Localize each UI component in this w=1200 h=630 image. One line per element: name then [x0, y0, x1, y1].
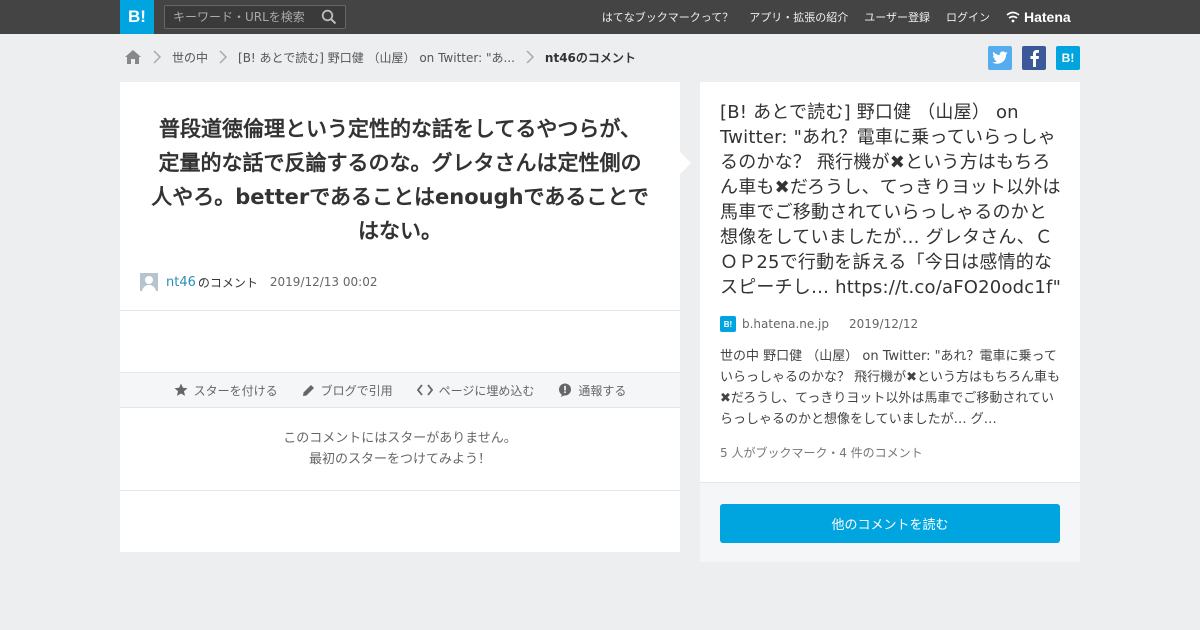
user-suffix: のコメント	[197, 275, 258, 290]
pencil-icon	[302, 384, 314, 396]
star-icon	[174, 383, 188, 396]
add-star-label: スターを付ける	[193, 383, 278, 398]
comment-text: 普段道徳倫理という定性的な話をしてるやつらが、定量的な話で反論するのな。グレタさ…	[151, 117, 649, 243]
entry-date: 2019/12/12	[849, 317, 919, 331]
search-input[interactable]	[165, 6, 315, 28]
hatena-brand-link[interactable]: Hatena	[1006, 0, 1071, 34]
report-button[interactable]: 通報する	[558, 382, 626, 399]
share-twitter-button[interactable]	[988, 46, 1012, 70]
report-label: 通報する	[578, 383, 627, 398]
share-hatena-bookmark-button[interactable]: B!	[1056, 46, 1080, 70]
comment-actions-bar: スターを付ける ブログで引用 ページに埋め込む 通報する	[120, 372, 680, 408]
entry-summary: 世の中 野口健 （山屋） on Twitter: "あれ？電車に乗っていらっしゃ…	[720, 349, 1061, 427]
blog-quote-button[interactable]: ブログで引用	[302, 382, 393, 399]
user-link[interactable]: nt46	[166, 275, 196, 290]
entry-card-footer: 他のコメントを読む	[700, 482, 1080, 562]
nav-about[interactable]: はてなブックマークって？	[602, 9, 733, 25]
breadcrumb-category[interactable]: 世の中	[172, 49, 208, 66]
embed-button[interactable]: ページに埋め込む	[416, 382, 535, 399]
entry-card: [B! あとで読む] 野口健 （山屋） on Twitter: "あれ？電車に乗…	[700, 82, 1080, 562]
hatena-bookmark-logo[interactable]: B!	[120, 0, 154, 34]
nav-login[interactable]: ログイン	[946, 9, 990, 25]
code-icon	[416, 384, 433, 396]
nav-register[interactable]: ユーザー登録	[864, 9, 930, 25]
entry-meta: B! b.hatena.ne.jp 2019/12/12	[720, 316, 918, 332]
chevron-right-icon	[219, 50, 228, 64]
home-icon[interactable]	[124, 49, 142, 65]
comment-meta: nt46 のコメント 2019/12/13 00:02	[140, 272, 377, 292]
hatena-icon	[1006, 11, 1020, 23]
entry-title[interactable]: [B! あとで読む] 野口健 （山屋） on Twitter: "あれ？電車に乗…	[720, 100, 1062, 300]
card-pointer-arrow	[680, 152, 691, 174]
share-facebook-button[interactable]	[1022, 46, 1046, 70]
chevron-right-icon	[153, 50, 162, 64]
facebook-icon	[1030, 50, 1039, 67]
comment-card: 普段道徳倫理という定性的な話をしてるやつらが、定量的な話で反論するのな。グレタさ…	[120, 82, 680, 552]
nav-apps[interactable]: アプリ・拡張の紹介	[749, 9, 848, 25]
divider	[120, 310, 680, 311]
star-empty-line2: 最初のスターをつけてみよう！	[308, 452, 491, 467]
entry-bookmark-count[interactable]: 5 人がブックマーク・4 件のコメント	[720, 444, 923, 461]
search-box	[164, 5, 346, 29]
report-icon	[559, 383, 572, 397]
comment-date[interactable]: 2019/12/13 00:02	[270, 275, 378, 289]
divider	[120, 490, 680, 491]
entry-domain[interactable]: b.hatena.ne.jp	[742, 317, 829, 331]
blog-quote-label: ブログで引用	[320, 383, 393, 398]
avatar[interactable]	[140, 273, 158, 291]
chevron-right-icon	[526, 50, 534, 64]
star-empty-message: このコメントにはスターがありません。 最初のスターをつけてみよう！	[120, 428, 680, 470]
star-empty-line1: このコメントにはスターがありません。	[283, 431, 517, 446]
read-more-comments-button[interactable]: 他のコメントを読む	[720, 504, 1060, 543]
twitter-icon	[992, 51, 1008, 64]
breadcrumb-current: nt46のコメント	[544, 50, 636, 65]
top-navbar: B! はてなブックマークって？ アプリ・拡張の紹介 ユーザー登録 ログイン Ha…	[0, 0, 1200, 34]
search-icon[interactable]	[321, 9, 337, 25]
hatena-brand-text: Hatena	[1024, 9, 1071, 25]
breadcrumb-entry[interactable]: [B! あとで読む] 野口健 （山屋） on Twitter: "あ...	[238, 49, 515, 66]
breadcrumb: 世の中 [B! あとで読む] 野口健 （山屋） on Twitter: "あ..…	[124, 46, 636, 68]
add-star-button[interactable]: スターを付ける	[174, 382, 278, 399]
favicon-icon: B!	[720, 316, 736, 332]
embed-label: ページに埋め込む	[438, 383, 535, 398]
header-nav: はてなブックマークって？ アプリ・拡張の紹介 ユーザー登録 ログイン	[602, 0, 990, 34]
